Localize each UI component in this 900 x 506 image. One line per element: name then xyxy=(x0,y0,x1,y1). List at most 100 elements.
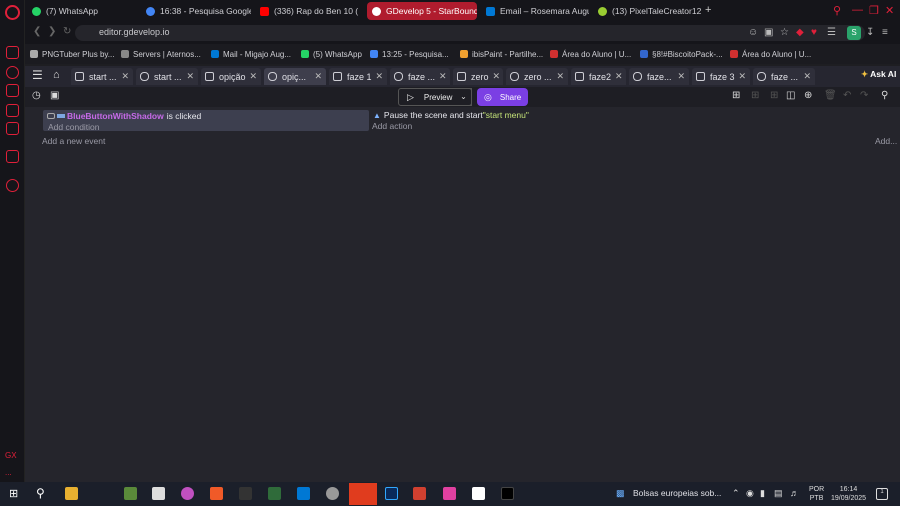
game-launcher-icon[interactable] xyxy=(152,487,165,500)
editor-tab[interactable]: opição ✕ xyxy=(201,68,261,85)
back-icon[interactable]: ❮ xyxy=(33,26,41,37)
tab-close-icon[interactable]: ✕ xyxy=(673,71,685,82)
gx-control-icon[interactable] xyxy=(6,46,19,59)
browser-tab-youtube[interactable]: (336) Rap do Ben 10 ( xyxy=(255,2,363,20)
close-icon[interactable]: ✕ xyxy=(885,4,894,17)
file-explorer-icon[interactable] xyxy=(65,487,78,500)
vpn-shield-icon[interactable]: ◆ xyxy=(796,27,804,38)
tab-close-icon[interactable]: ✕ xyxy=(435,71,447,82)
add-event-icon[interactable]: ⊞ xyxy=(732,90,740,101)
tab-close-icon[interactable]: ✕ xyxy=(372,71,384,82)
heart-icon[interactable]: ♥ xyxy=(811,27,817,38)
app-icon[interactable] xyxy=(181,487,194,500)
editor-tab[interactable]: faze2 ✕ xyxy=(571,68,626,85)
browser-tab-gdevelop[interactable]: GDevelop 5 - StarBound xyxy=(367,2,477,20)
editor-tab[interactable]: start ... ✕ xyxy=(71,68,133,85)
condition-block[interactable]: BlueButtonWithShadow is clicked Add cond… xyxy=(43,110,369,132)
download-icon[interactable]: ↧ xyxy=(866,27,874,38)
opera-gx-taskbar-icon[interactable] xyxy=(349,483,377,505)
tray-chevron-icon[interactable]: ⌃ xyxy=(732,488,740,499)
browser-tab-google[interactable]: 16:38 - Pesquisa Google xyxy=(141,2,251,20)
bookmark-item[interactable]: ibisPaint - Partilhe... xyxy=(460,47,543,61)
bookmark-item[interactable]: PNGTuber Plus by... xyxy=(30,47,114,61)
volume-icon[interactable]: ♬ xyxy=(790,488,799,498)
history-icon[interactable] xyxy=(6,179,19,192)
search-icon[interactable]: ⚲ xyxy=(833,4,841,17)
winrar-icon[interactable] xyxy=(413,487,426,500)
windows-start-icon[interactable]: ⊞ xyxy=(9,487,18,500)
bookmark-item[interactable]: Área do Aluno | U... xyxy=(550,47,631,61)
tab-close-icon[interactable]: ✕ xyxy=(117,71,129,82)
search-icon[interactable]: ⚲ xyxy=(36,486,45,500)
system-clock[interactable]: 16:14 19/09/2025 xyxy=(831,485,866,503)
bookmark-item[interactable]: §8!#BiscoitoPack-... xyxy=(640,47,723,61)
messenger-icon[interactable] xyxy=(6,122,19,135)
history-icon[interactable]: ◷ xyxy=(32,90,41,101)
network-icon[interactable]: ▤ xyxy=(774,488,783,499)
forward-icon[interactable]: ❯ xyxy=(48,26,56,37)
outlook-icon[interactable] xyxy=(297,487,310,500)
settings-gear-icon[interactable] xyxy=(326,487,339,500)
editor-tab[interactable]: faze 1 ✕ xyxy=(329,68,387,85)
condition-line[interactable]: BlueButtonWithShadow is clicked xyxy=(47,111,201,121)
easy-setup-icon[interactable]: ≡ xyxy=(882,27,888,38)
tab-close-icon[interactable]: ✕ xyxy=(552,71,564,82)
add-icon[interactable]: ⊕ xyxy=(804,90,812,101)
bookmark-icon[interactable]: ☆ xyxy=(780,27,789,38)
gx-label[interactable]: GX xyxy=(5,451,17,460)
bookmark-item[interactable]: 13:25 - Pesquisa... xyxy=(370,47,449,61)
bookmarks-icon[interactable] xyxy=(6,84,19,97)
tab-close-icon[interactable]: ✕ xyxy=(182,71,194,82)
news-widget-text[interactable]: Bolsas europeias sob... xyxy=(633,488,721,498)
editor-tab[interactable]: faze ... ✕ xyxy=(753,68,815,85)
tab-close-icon[interactable]: ✕ xyxy=(246,71,258,82)
gx-cleaner-icon[interactable] xyxy=(6,66,19,79)
terminal-icon[interactable] xyxy=(501,487,514,500)
search-events-icon[interactable]: ⚲ xyxy=(881,90,888,101)
hamburger-menu-icon[interactable]: ☰ xyxy=(32,68,43,82)
tray-app-icon[interactable]: ◉ xyxy=(746,488,754,499)
scene-properties-icon[interactable]: ▣ xyxy=(50,90,59,101)
editor-tab[interactable]: faze 3 ✕ xyxy=(692,68,750,85)
add-action-link[interactable]: Add action xyxy=(372,121,412,131)
photoshop-icon[interactable] xyxy=(385,487,398,500)
reload-icon[interactable]: ↻ xyxy=(63,26,71,37)
bookmark-item[interactable]: Servers | Aternos... xyxy=(121,47,201,61)
bookmark-item[interactable]: Área do Aluno | U... xyxy=(730,47,811,61)
minecraft-launcher-icon[interactable] xyxy=(268,487,281,500)
weather-icon[interactable]: ▩ xyxy=(616,488,625,499)
ibispaint-icon[interactable] xyxy=(239,487,252,500)
profile-avatar[interactable]: S xyxy=(847,26,861,40)
battery-icon[interactable]: ▮ xyxy=(760,488,765,499)
opera-logo-icon[interactable] xyxy=(5,5,20,20)
add-condition-link[interactable]: Add condition xyxy=(48,122,100,132)
new-tab-button[interactable]: + xyxy=(705,4,711,16)
editor-tab-active[interactable]: opiç... ✕ xyxy=(264,68,326,85)
tab-close-icon[interactable]: ✕ xyxy=(310,71,322,82)
home-icon[interactable]: ⌂ xyxy=(53,69,60,81)
comment-icon[interactable]: ◫ xyxy=(786,90,795,101)
share-button[interactable]: ◎ Share xyxy=(477,88,528,106)
bookmark-item[interactable]: Mail - Migajo Aug... xyxy=(211,47,291,61)
minecraft-icon[interactable] xyxy=(124,487,137,500)
brave-icon[interactable] xyxy=(210,487,223,500)
browser-tab-whatsapp[interactable]: (7) WhatsApp xyxy=(27,2,137,20)
tab-close-icon[interactable]: ✕ xyxy=(489,71,501,82)
notification-icon[interactable]: 1 xyxy=(876,488,888,500)
action-line[interactable]: ▲ Pause the scene and start "start menu" xyxy=(373,110,529,120)
editor-tab[interactable]: zero ... ✕ xyxy=(506,68,568,85)
language-indicator[interactable]: POR PTB xyxy=(809,485,824,503)
ask-ai-button[interactable]: ✦ Ask AI xyxy=(861,69,896,80)
minimize-icon[interactable]: — xyxy=(852,4,863,16)
twitch-icon[interactable] xyxy=(6,150,19,163)
media-app-icon[interactable] xyxy=(443,487,456,500)
browser-tab-email[interactable]: Email – Rosemara August xyxy=(481,2,589,20)
add-new-event-link[interactable]: Add a new event xyxy=(42,136,105,146)
editor-tab[interactable]: zero ✕ xyxy=(453,68,503,85)
player-icon[interactable] xyxy=(6,104,19,117)
tab-close-icon[interactable]: ✕ xyxy=(735,71,747,82)
browser-tab-pixeltale[interactable]: (13) PixelTaleCreator123 xyxy=(593,2,701,20)
extensions-icon[interactable]: ☰ xyxy=(827,27,836,38)
url-input[interactable]: editor.gdevelop.io xyxy=(75,25,865,41)
tab-close-icon[interactable]: ✕ xyxy=(799,71,811,82)
